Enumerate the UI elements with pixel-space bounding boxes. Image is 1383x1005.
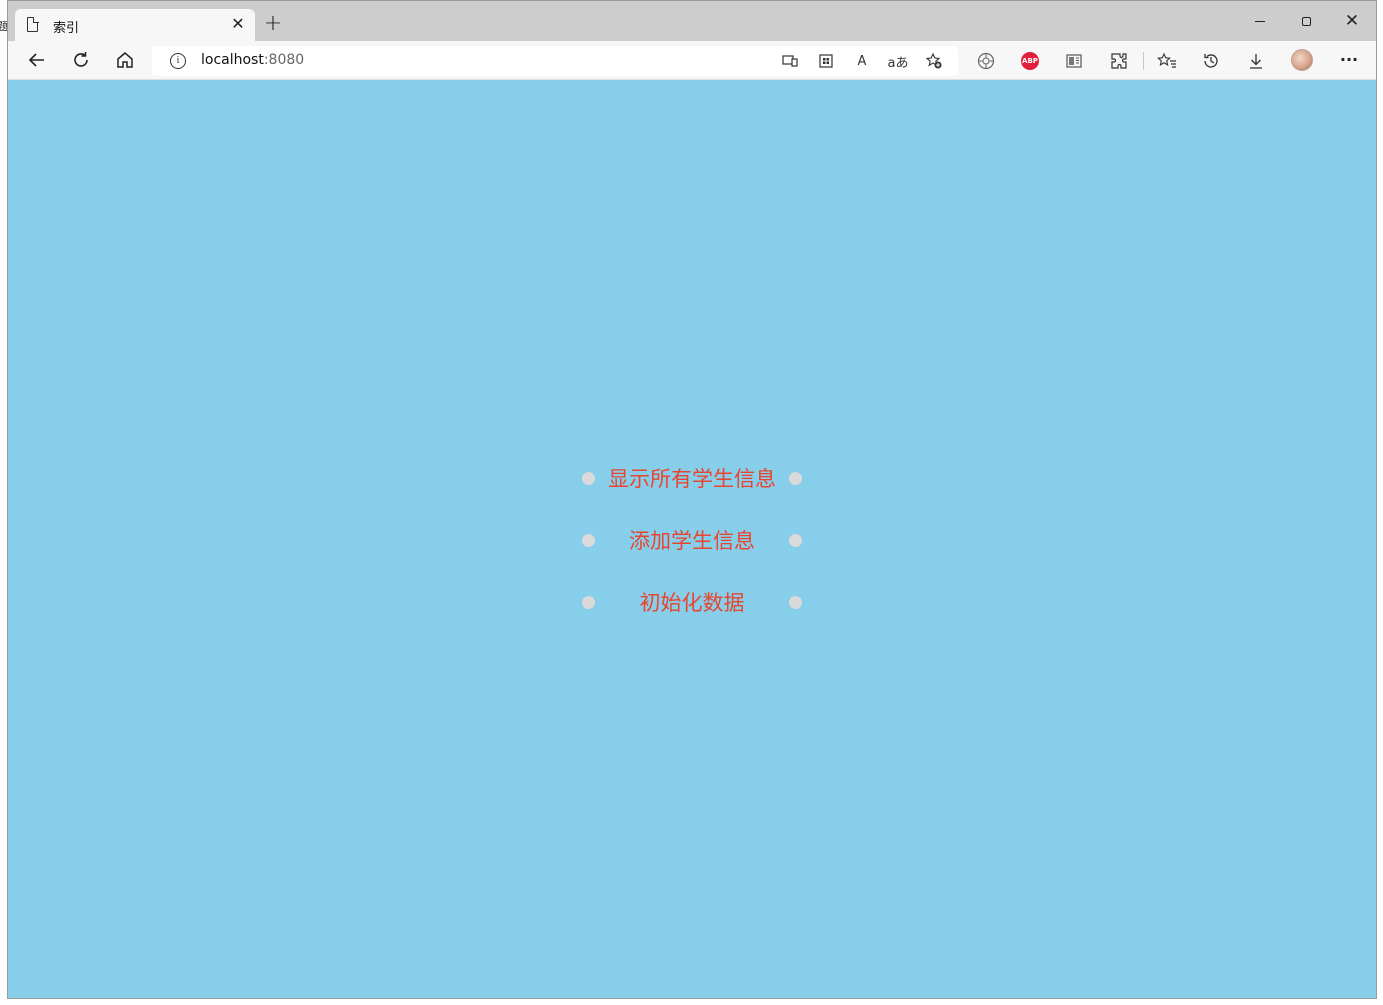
main-menu: 显示所有学生信息 添加学生信息 初始化数据	[581, 460, 803, 646]
bullet-right	[789, 534, 802, 547]
maximize-icon	[1301, 17, 1311, 26]
adblock-plus-icon[interactable]: ABP	[1021, 52, 1039, 70]
close-window-button[interactable]: ✕	[1332, 7, 1372, 35]
close-tab-icon[interactable]: ✕	[229, 15, 247, 33]
init-data-link[interactable]: 初始化数据	[581, 587, 803, 617]
bullet-right	[789, 596, 802, 609]
reload-icon	[74, 52, 88, 67]
favorites-icon[interactable]	[1156, 50, 1178, 72]
download-icon[interactable]	[1245, 50, 1267, 72]
maximize-button[interactable]	[1286, 7, 1326, 35]
profile-avatar[interactable]	[1291, 49, 1313, 71]
history-icon[interactable]	[1200, 50, 1222, 72]
bullet-right	[789, 472, 802, 485]
home-icon	[117, 52, 133, 68]
device-icon[interactable]	[779, 51, 801, 71]
more-icon[interactable]: ···	[1338, 49, 1360, 71]
back-button[interactable]	[22, 45, 52, 75]
browser-window: 索引 ✕ + ✕ i localhost:8080 A aあ ABP ··· 显…	[7, 0, 1377, 999]
menu-item: 显示所有学生信息	[581, 460, 803, 522]
url-port: :8080	[263, 52, 305, 68]
tab-title: 索引	[53, 21, 80, 36]
read-aloud-icon[interactable]: A	[851, 51, 873, 71]
reload-button[interactable]	[66, 45, 96, 75]
arrow-left-icon	[28, 53, 44, 67]
minimize-icon	[1255, 21, 1265, 22]
toolbar-divider	[1143, 52, 1144, 70]
page-content: 显示所有学生信息 添加学生信息 初始化数据	[8, 80, 1376, 998]
site-info-icon[interactable]: i	[170, 53, 186, 69]
background-window-edge: 题	[0, 0, 8, 1005]
extension-icon[interactable]	[975, 50, 997, 72]
url-host: localhost	[201, 52, 264, 68]
url-text[interactable]: localhost:8080	[201, 52, 304, 68]
tab-strip: 索引 ✕ + ✕	[8, 1, 1376, 42]
reader-icon[interactable]	[1063, 50, 1085, 72]
translate-icon[interactable]: aあ	[887, 51, 909, 71]
home-button[interactable]	[110, 45, 140, 75]
minimize-button[interactable]	[1240, 7, 1280, 35]
tab-active[interactable]: 索引 ✕	[15, 9, 255, 42]
extensions-icon[interactable]	[1108, 50, 1130, 72]
show-all-students-link[interactable]: 显示所有学生信息	[581, 463, 803, 493]
address-bar[interactable]: i localhost:8080 A aあ	[152, 46, 958, 76]
browser-toolbar: i localhost:8080 A aあ ABP ···	[8, 41, 1376, 80]
apps-icon[interactable]	[815, 51, 837, 71]
menu-item: 初始化数据	[581, 584, 803, 646]
add-favorite-icon[interactable]	[923, 51, 945, 71]
page-icon	[27, 16, 39, 32]
add-student-link[interactable]: 添加学生信息	[581, 525, 803, 555]
menu-item: 添加学生信息	[581, 522, 803, 584]
new-tab-button[interactable]: +	[262, 13, 284, 35]
